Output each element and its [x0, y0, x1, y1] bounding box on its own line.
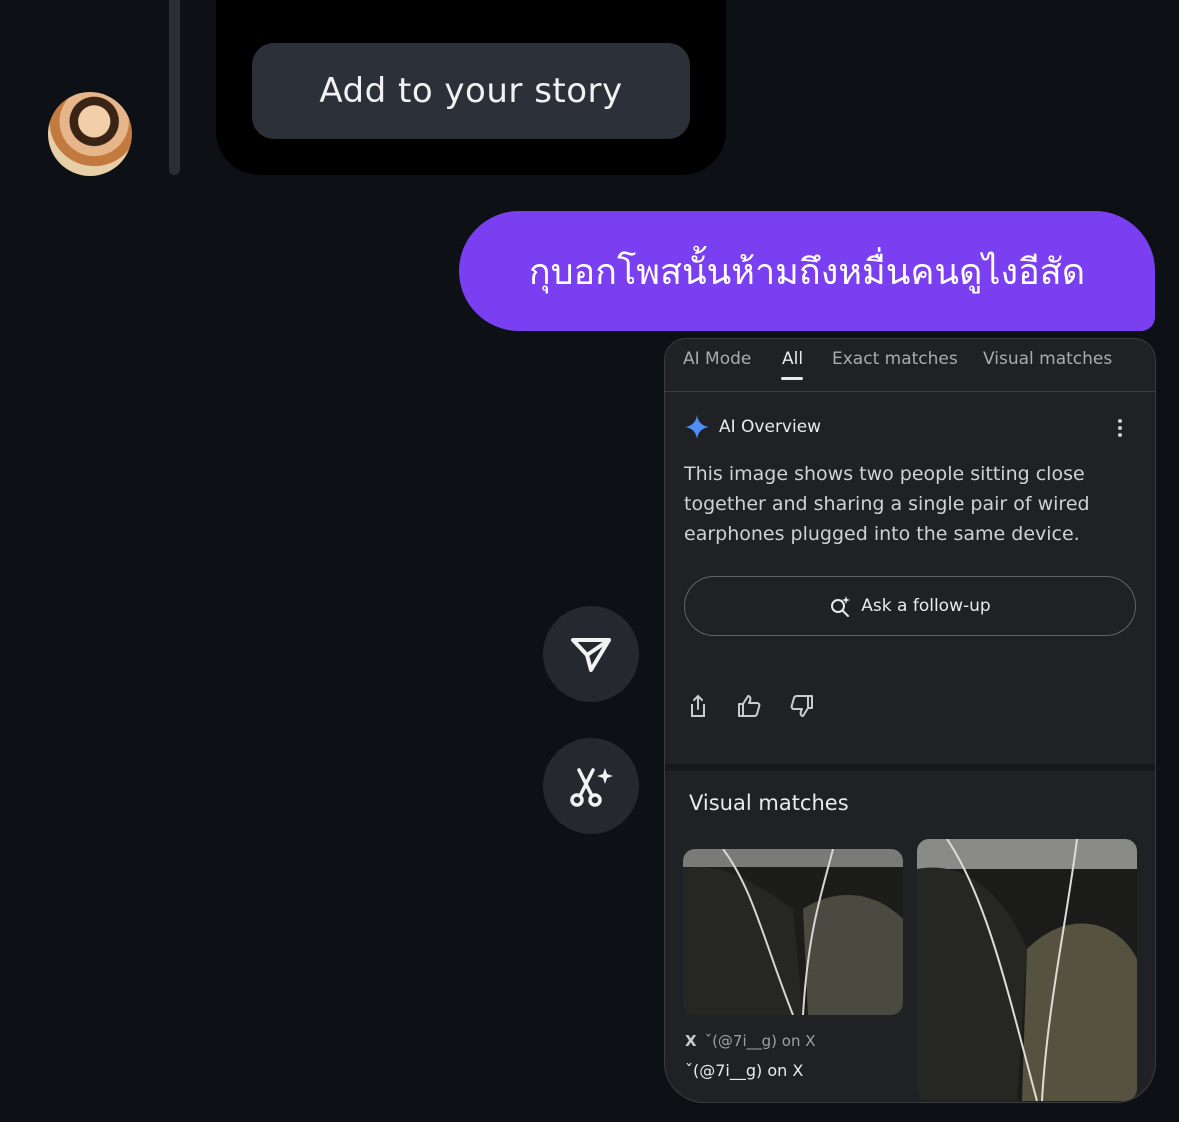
thread-line — [169, 0, 180, 175]
thumbs-down-icon — [790, 695, 813, 717]
ai-overview-text: This image shows two people sitting clos… — [684, 463, 1090, 545]
sparkle-icon — [685, 415, 709, 439]
search-screenshot-image[interactable]: AI Mode All Exact matches Visual matches… — [664, 338, 1156, 1103]
share-icon — [691, 694, 705, 717]
tab-exact-matches: Exact matches — [832, 349, 958, 369]
ai-overview-title: AI Overview — [719, 417, 822, 437]
add-to-story-button[interactable]: Add to your story — [252, 43, 690, 139]
visual-matches-title: Visual matches — [689, 791, 849, 815]
x-logo-icon: X — [685, 1032, 697, 1050]
visual-match-title: ˇ(@7i__g) on X — [685, 1061, 804, 1080]
visual-match-thumbnail — [683, 849, 903, 1015]
search-sparkle-icon — [831, 596, 851, 617]
search-tabs: AI Mode All Exact matches Visual matches — [665, 339, 1155, 392]
ai-overview-header: AI Overview — [685, 415, 821, 439]
ai-remix-button[interactable] — [543, 738, 639, 834]
avatar[interactable] — [48, 92, 132, 176]
send-button[interactable] — [543, 606, 639, 702]
ask-follow-up-button: Ask a follow-up — [684, 576, 1136, 636]
tab-visual-matches: Visual matches — [983, 349, 1113, 369]
ai-remix-icon — [570, 768, 613, 807]
follow-up-label: Ask a follow-up — [861, 596, 991, 616]
active-tab-indicator — [781, 377, 803, 380]
message-text: กุบอกโพสนั้นห้ามถึงหมื่นคนดูไงอีสัด — [528, 251, 1086, 293]
more-options-icon — [1118, 419, 1122, 437]
visual-match-thumbnail — [917, 839, 1137, 1101]
visual-match-source: X ˇ(@7i__g) on X — [685, 1032, 816, 1050]
send-icon — [571, 638, 611, 672]
tab-all: All — [782, 349, 804, 369]
source-name: ˇ(@7i__g) on X — [704, 1032, 816, 1050]
message-bubble[interactable]: กุบอกโพสนั้นห้ามถึงหมื่นคนดูไงอีสัด — [459, 211, 1155, 331]
thumbs-up-icon — [738, 695, 761, 717]
tab-ai-mode: AI Mode — [683, 349, 752, 369]
section-divider — [665, 764, 1155, 771]
